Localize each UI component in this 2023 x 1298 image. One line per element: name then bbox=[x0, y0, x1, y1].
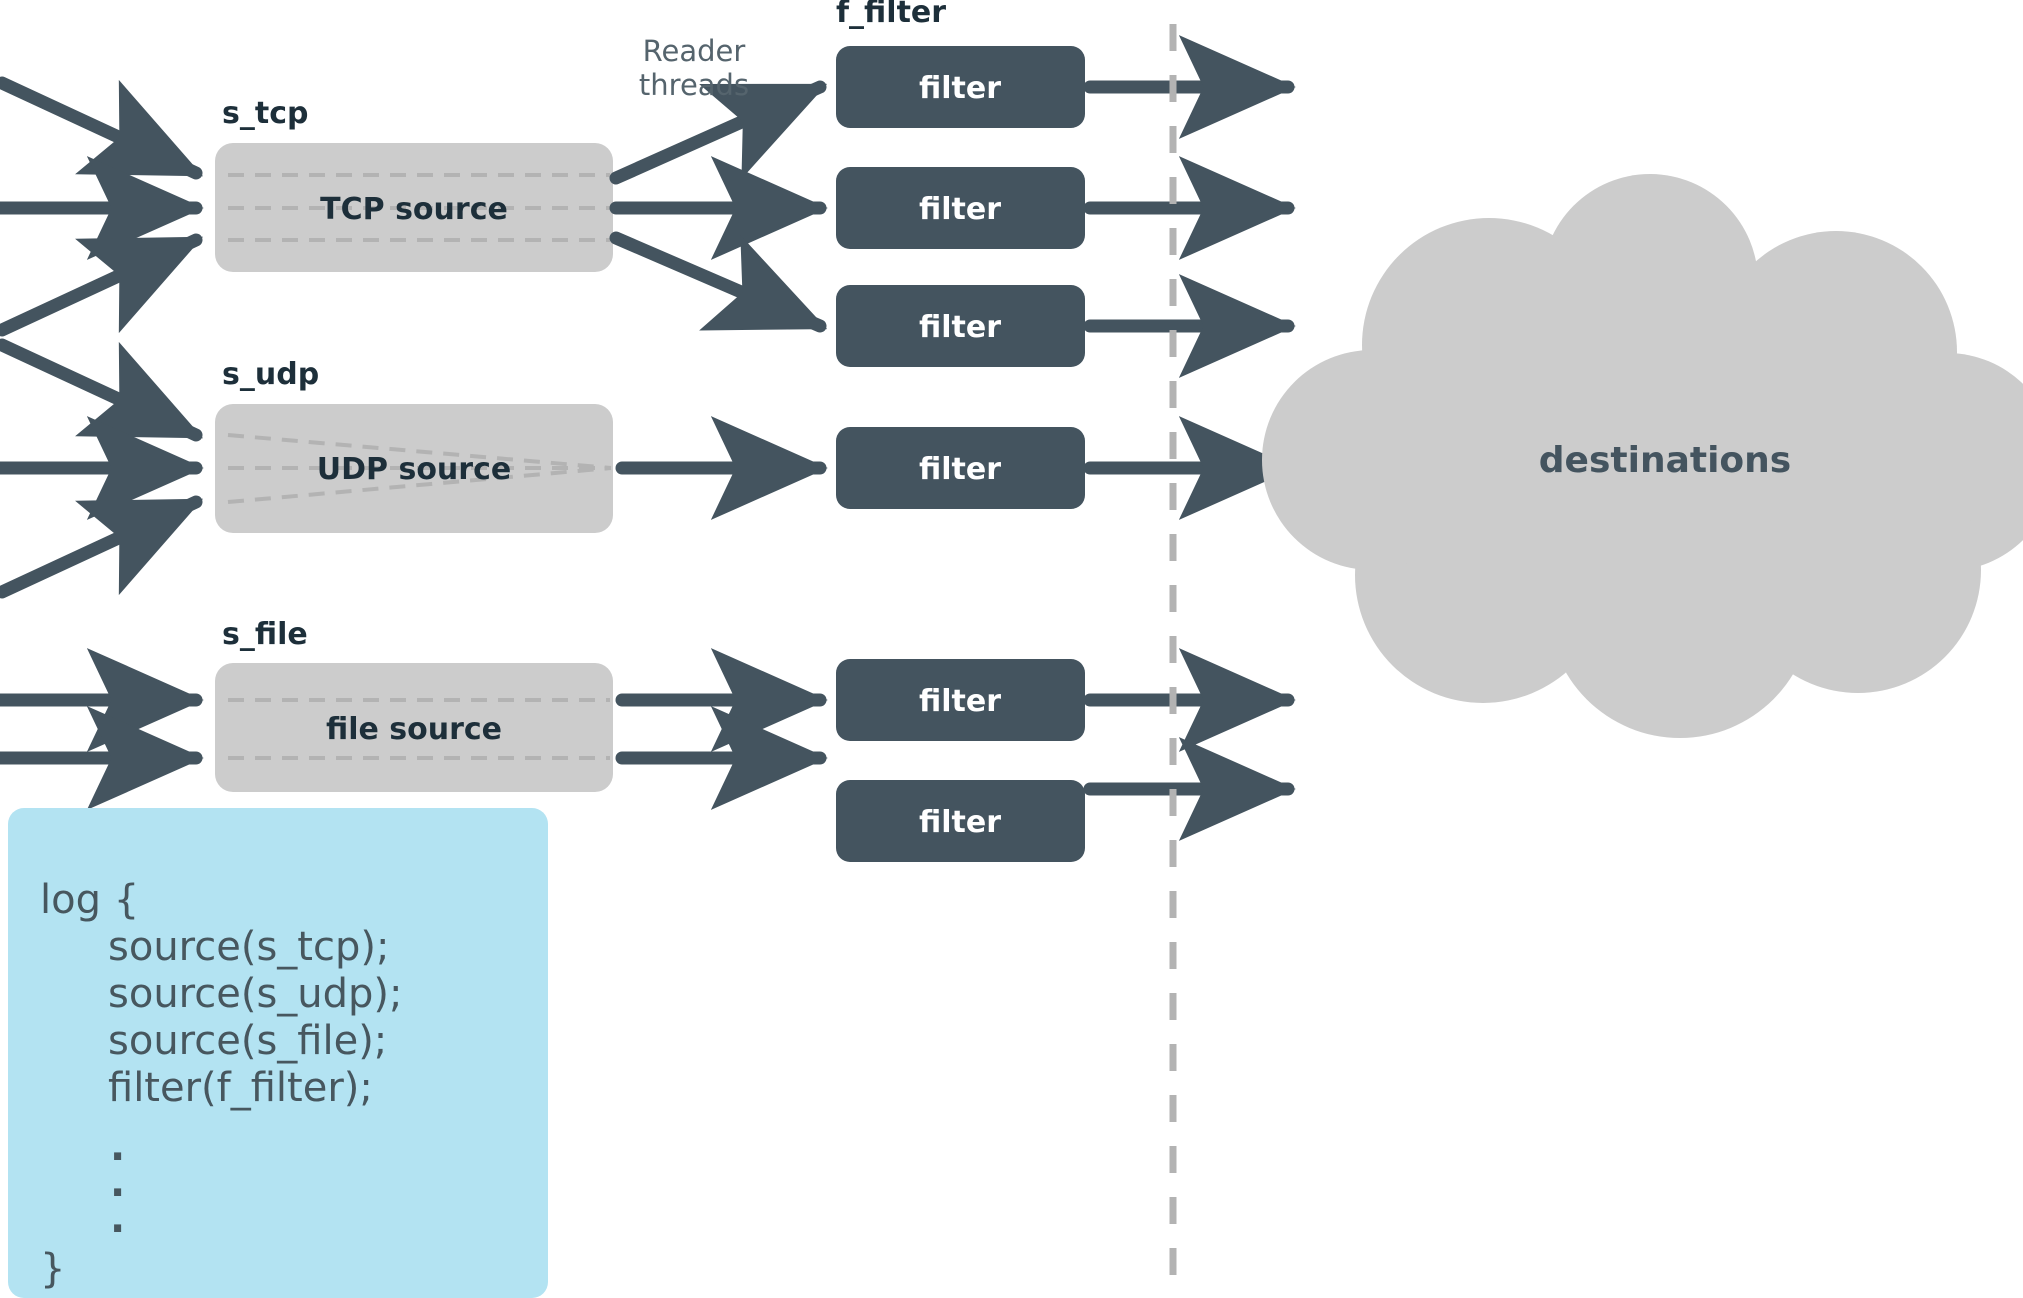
tcp-to-filter-arrows bbox=[609, 80, 828, 333]
tcp-source-box-label: TCP source bbox=[320, 192, 508, 227]
filter-box-1-group[interactable]: filter bbox=[836, 46, 1085, 128]
source-block-s-file[interactable]: file source bbox=[215, 663, 613, 792]
filter-box-6-label: filter bbox=[919, 805, 1001, 840]
code-line-log-open: log { bbox=[40, 877, 139, 923]
filter-group-label: f_filter bbox=[836, 0, 946, 30]
code-line-source-file: source(s_file); bbox=[108, 1018, 387, 1064]
udp-source-name-label: s_udp bbox=[222, 357, 319, 392]
udp-source-box-label: UDP source bbox=[317, 452, 511, 487]
udp-inbound-arrows bbox=[0, 338, 204, 599]
pipeline-diagram: TCP source s_tcp UDP source s_udp file s… bbox=[0, 0, 2023, 1298]
filter-box-3-group[interactable]: filter bbox=[836, 285, 1085, 367]
reader-threads-annotation: Reader threads bbox=[639, 34, 749, 102]
filter-box-4-label: filter bbox=[919, 452, 1001, 487]
file-to-filter-arrows bbox=[615, 648, 828, 810]
tcp-to-filter-arrow-3 bbox=[609, 231, 828, 333]
udp-inbound-arrow-3 bbox=[0, 495, 204, 599]
file-source-box-label: file source bbox=[326, 712, 502, 747]
code-line-log-close: } bbox=[40, 1246, 65, 1292]
source-block-s-tcp[interactable]: TCP source bbox=[215, 143, 613, 272]
reader-threads-label-line2: threads bbox=[639, 68, 749, 102]
tcp-inbound-arrows bbox=[0, 76, 204, 337]
code-line-ellipsis-3: . bbox=[110, 1196, 125, 1242]
filter-box-5-group[interactable]: filter bbox=[836, 659, 1085, 741]
filter-to-destination-arrows bbox=[1083, 35, 1296, 841]
code-line-source-udp: source(s_udp); bbox=[108, 971, 403, 1017]
code-line-source-tcp: source(s_tcp); bbox=[108, 924, 389, 970]
filter-box-1-label: filter bbox=[919, 71, 1001, 106]
filter-box-2-label: filter bbox=[919, 192, 1001, 227]
reader-threads-label-line1: Reader bbox=[643, 34, 746, 68]
file-inbound-arrows bbox=[0, 648, 204, 810]
tcp-inbound-arrow-3 bbox=[0, 233, 204, 337]
tcp-inbound-arrow-1 bbox=[0, 76, 204, 180]
destinations-cloud-group[interactable]: destinations bbox=[1262, 174, 2023, 738]
file-source-name-label: s_file bbox=[222, 617, 308, 652]
destinations-label: destinations bbox=[1539, 440, 1791, 481]
filter-box-2-group[interactable]: filter bbox=[836, 167, 1085, 249]
filter-box-5-label: filter bbox=[919, 684, 1001, 719]
filter-box-6-group[interactable]: filter bbox=[836, 780, 1085, 862]
code-line-filter: filter(f_filter); bbox=[108, 1065, 373, 1111]
source-block-s-udp[interactable]: UDP source bbox=[215, 404, 613, 533]
log-config-code-block[interactable]: log { source(s_tcp); source(s_udp); sour… bbox=[8, 808, 548, 1298]
udp-inbound-arrow-1 bbox=[0, 338, 204, 442]
filter-box-4-group[interactable]: filter bbox=[836, 427, 1085, 509]
filter-box-3-label: filter bbox=[919, 310, 1001, 345]
tcp-source-name-label: s_tcp bbox=[222, 96, 308, 131]
diagram-canvas: TCP source s_tcp UDP source s_udp file s… bbox=[0, 0, 2023, 1298]
